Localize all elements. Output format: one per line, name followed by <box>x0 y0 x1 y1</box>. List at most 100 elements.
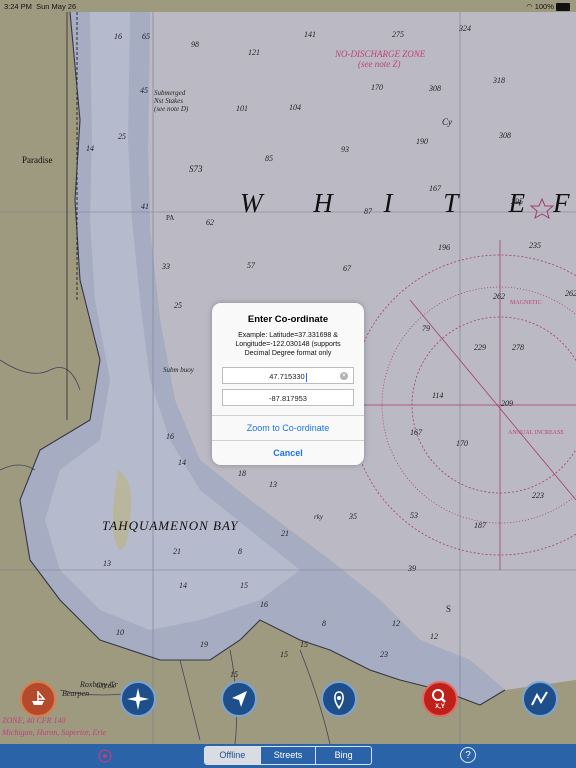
bearpen-label: Bearpen <box>62 689 90 698</box>
map-source-segmented-control[interactable]: Offline Streets Bing <box>204 746 372 765</box>
depth-sounding: 190 <box>416 137 428 146</box>
depth-sounding: 15 <box>300 640 308 649</box>
location-button[interactable] <box>321 681 357 717</box>
depth-sounding: 21 <box>173 547 181 556</box>
depth-sounding: 318 <box>493 76 505 85</box>
depth-sounding: 98 <box>191 40 199 49</box>
submerged-label-3: (see note D) <box>154 105 189 113</box>
latitude-value: 47.715330 <box>269 372 305 381</box>
depth-sounding: 15 <box>240 581 248 590</box>
depth-sounding: 39 <box>408 564 416 573</box>
depth-sounding: 15 <box>280 650 288 659</box>
depth-sounding: 21 <box>281 529 289 538</box>
zoom-to-coordinate-button[interactable]: Zoom to Co-ordinate <box>212 423 364 433</box>
depth-sounding: 85 <box>265 154 273 163</box>
white-label: W H I T E <box>240 188 548 218</box>
depth-sounding: 45 <box>140 86 148 95</box>
depth-sounding: 65 <box>142 32 150 41</box>
text-caret <box>305 372 307 382</box>
depth-sounding: 262 <box>493 292 505 301</box>
depth-sounding: 104 <box>289 103 301 112</box>
depth-sounding: 229 <box>474 343 486 352</box>
help-button[interactable]: ? <box>460 747 476 763</box>
dialog-title: Enter Co-ordinate <box>247 314 329 325</box>
boat-icon <box>32 691 46 705</box>
depth-sounding: 223 <box>532 491 544 500</box>
depth-sounding: 13 <box>269 480 277 489</box>
depth-sounding: 16 <box>166 432 174 441</box>
tab-streets[interactable]: Streets <box>261 747 317 764</box>
depth-sounding: 57 <box>247 261 255 270</box>
depth-sounding: 278 <box>512 343 524 352</box>
navigate-button[interactable] <box>221 681 257 717</box>
s-mark-label: S <box>446 604 452 614</box>
dialog-divider <box>212 415 364 416</box>
michigan-label: Michigan, Huron, Superior, Erie <box>2 728 107 737</box>
depth-sounding: 167 <box>429 184 441 193</box>
depth-sounding: 62 <box>206 218 214 227</box>
depth-sounding: 18 <box>238 469 246 478</box>
depth-sounding: 33 <box>162 262 170 271</box>
depth-sounding: 262 <box>565 289 576 298</box>
depth-sounding: 308 <box>499 131 511 140</box>
paradise-label: Paradise <box>22 155 53 165</box>
subm-buoy-label: Subm buoy <box>163 366 194 374</box>
depth-sounding: 170 <box>456 439 468 448</box>
clear-icon[interactable]: ✕ <box>340 372 348 380</box>
status-right: ◠ 100% <box>526 2 570 12</box>
coordinate-dialog: Enter Co-ordinate Example: Latitude=37.3… <box>212 303 364 465</box>
dialog-message: Example: Latitude=37.331698 & Longitude=… <box>235 332 341 357</box>
depth-sounding: 23 <box>380 650 388 659</box>
route-icon <box>531 691 548 706</box>
depth-sounding: 101 <box>236 104 248 113</box>
cancel-button[interactable]: Cancel <box>212 448 364 458</box>
search-xy-label: X,Y <box>435 704 445 710</box>
status-time: 3:24 PM Sun May 26 <box>4 2 77 11</box>
tab-bing[interactable]: Bing <box>316 747 371 764</box>
longitude-input[interactable]: -87.817953 <box>222 389 354 406</box>
depth-sounding: 10 <box>116 628 124 637</box>
depth-sounding: 15 <box>230 670 238 679</box>
bay-label: TAHQUAMENON BAY <box>102 518 239 533</box>
compass-button[interactable] <box>120 681 156 717</box>
submerged-label: Submerged <box>154 89 186 97</box>
boat-button[interactable] <box>20 681 56 717</box>
depth-sounding: 170 <box>371 83 383 92</box>
cy-label: Cy <box>442 117 452 127</box>
longitude-value: -87.817953 <box>269 394 307 403</box>
depth-sounding: 25 <box>174 301 182 310</box>
depth-sounding: 209 <box>501 399 513 408</box>
depth-sounding: 167 <box>410 428 422 437</box>
depth-sounding: 141 <box>304 30 316 39</box>
battery-icon <box>556 3 570 12</box>
depth-sounding: 14 <box>179 581 187 590</box>
depth-sounding: 25 <box>118 132 126 141</box>
depth-sounding: 14 <box>86 144 94 153</box>
battery-label: 100% <box>534 2 554 11</box>
search-xy-icon <box>432 689 446 703</box>
s73-label: S73 <box>189 164 203 174</box>
search-xy-button[interactable]: X,Y <box>422 681 458 717</box>
magnetic-label: MAGNETIC <box>510 300 542 306</box>
depth-sounding: 79 <box>422 324 430 333</box>
route-button[interactable] <box>522 681 558 717</box>
submerged-label-2: Nst Stakes <box>154 97 183 105</box>
white-f-label: F <box>553 188 570 218</box>
see-note-z-label: (see note Z) <box>358 59 401 69</box>
depth-sounding: 308 <box>429 84 441 93</box>
wifi-icon: ◠ <box>526 2 533 11</box>
depth-sounding: 19 <box>200 640 208 649</box>
depth-sounding: 8 <box>322 619 326 628</box>
depth-sounding: 295 <box>511 197 523 206</box>
depth-sounding: 35 <box>349 512 357 521</box>
tab-offline[interactable]: Offline <box>205 747 261 764</box>
nav-rose-icon[interactable] <box>96 747 114 765</box>
dialog-divider <box>212 440 364 441</box>
depth-sounding: 8 <box>238 547 242 556</box>
depth-sounding: 67 <box>343 264 351 273</box>
latitude-input[interactable]: 47.715330 ✕ <box>222 367 354 384</box>
depth-sounding: 13 <box>103 559 111 568</box>
depth-sounding: 16 <box>260 600 268 609</box>
depth-sounding: 16 <box>114 32 122 41</box>
status-bar: 3:24 PM Sun May 26 ◠ 100% <box>0 0 576 12</box>
